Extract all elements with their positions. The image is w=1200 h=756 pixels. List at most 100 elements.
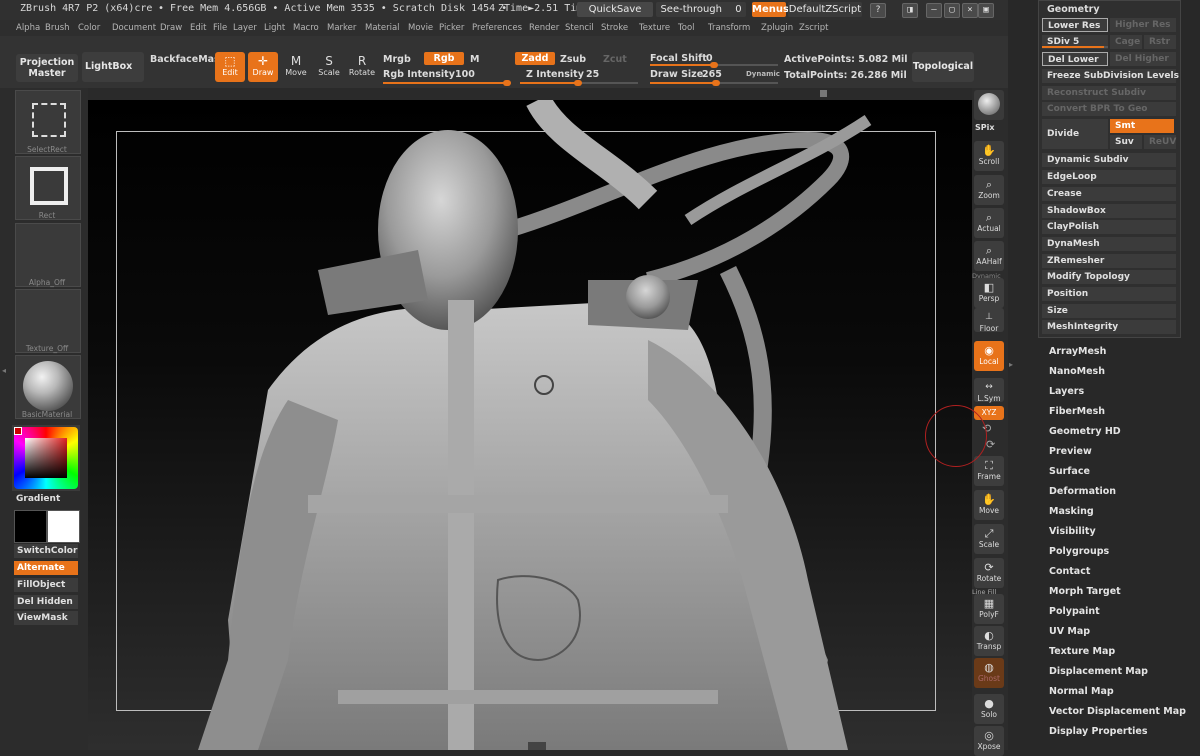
edgeloop-item[interactable]: EdgeLoop (1042, 170, 1176, 184)
persp-button[interactable]: ◧ Persp (974, 278, 1004, 308)
rstr-button[interactable]: Rstr (1144, 35, 1176, 49)
modify-topology-item[interactable]: Modify Topology (1042, 270, 1176, 284)
backface-mask-button[interactable]: BackfaceMas (150, 54, 220, 65)
palette-item-polypaint[interactable]: Polypaint (1049, 606, 1100, 617)
menu-transform[interactable]: Transform (708, 23, 750, 33)
menu-zplugin[interactable]: Zplugin (761, 23, 793, 33)
menu-material[interactable]: Material (365, 23, 400, 33)
menu-marker[interactable]: Marker (327, 23, 356, 33)
palette-item-layers[interactable]: Layers (1049, 386, 1084, 397)
dynamic-subdiv-item[interactable]: Dynamic Subdiv (1042, 153, 1176, 167)
palette-item-contact[interactable]: Contact (1049, 566, 1090, 577)
scale-mode-button[interactable]: S Scale (314, 52, 344, 82)
palette-item-polygroups[interactable]: Polygroups (1049, 546, 1109, 557)
alternate-button[interactable]: Alternate (14, 561, 78, 575)
scroll-button[interactable]: ✋ Scroll (974, 141, 1004, 171)
del-hidden-button[interactable]: Del Hidden (14, 595, 78, 609)
zremesher-item[interactable]: ZRemesher (1042, 254, 1176, 268)
m-button[interactable]: M (470, 54, 479, 65)
divide-button[interactable]: Divide (1042, 119, 1108, 149)
minimize-icon[interactable]: – (926, 3, 942, 18)
maximize-icon[interactable]: ▢ (944, 3, 960, 18)
draw-size-slider[interactable] (650, 80, 778, 86)
menu-render[interactable]: Render (529, 23, 559, 33)
solo-button[interactable]: ● Solo (974, 694, 1004, 724)
smt-toggle[interactable]: Smt (1110, 119, 1174, 133)
palette-toggle-icon[interactable]: ◨ (902, 3, 918, 18)
zcut-button[interactable]: Zcut (603, 54, 627, 65)
higher-res-button[interactable]: Higher Res (1110, 18, 1176, 32)
xpose-button[interactable]: ◎ Xpose (974, 726, 1004, 756)
palette-item-arraymesh[interactable]: ArrayMesh (1049, 346, 1106, 357)
zadd-button[interactable]: Zadd (515, 52, 555, 65)
del-higher-button[interactable]: Del Higher (1110, 52, 1176, 66)
cage-button[interactable]: Cage (1110, 35, 1142, 49)
rgb-intensity-slider[interactable] (383, 80, 511, 86)
menu-layer[interactable]: Layer (233, 23, 257, 33)
palette-item-surface[interactable]: Surface (1049, 466, 1090, 477)
bpr-button[interactable] (974, 90, 1004, 120)
menu-macro[interactable]: Macro (293, 23, 319, 33)
menu-stencil[interactable]: Stencil (565, 23, 594, 33)
ghost-button[interactable]: ◍ Ghost (974, 658, 1004, 688)
rotate-view-button[interactable]: ⟳ Rotate (974, 558, 1004, 588)
view-mask-button[interactable]: ViewMask (14, 611, 78, 625)
draw-mode-button[interactable]: ✛ Draw (248, 52, 278, 82)
fill-object-button[interactable]: FillObject (14, 578, 78, 592)
secondary-color-swatch[interactable] (47, 510, 80, 543)
lower-res-button[interactable]: Lower Res (1042, 18, 1108, 32)
lightbox-button[interactable]: LightBox (82, 52, 144, 82)
transp-button[interactable]: ◐ Transp (974, 626, 1004, 656)
projection-master-button[interactable]: Projection Master (16, 54, 78, 82)
spix-label[interactable]: SPix (975, 123, 995, 132)
palette-item-visibility[interactable]: Visibility (1049, 526, 1096, 537)
menu-light[interactable]: Light (264, 23, 285, 33)
rotate-z-icon[interactable]: ⟳ (986, 438, 995, 451)
scale-view-button[interactable]: ⤢ Scale (974, 524, 1004, 554)
right-tray-collapse-icon[interactable]: ▸ (1009, 360, 1013, 369)
palette-item-normal-map[interactable]: Normal Map (1049, 686, 1114, 697)
gradient-label[interactable]: Gradient (16, 494, 60, 504)
menus-button[interactable]: Menus (752, 2, 789, 17)
zsub-button[interactable]: Zsub (560, 54, 586, 65)
palette-item-nanomesh[interactable]: NanoMesh (1049, 366, 1105, 377)
palette-item-preview[interactable]: Preview (1049, 446, 1092, 457)
canvas-bottom-handle[interactable] (528, 742, 546, 750)
palette-item-uv-map[interactable]: UV Map (1049, 626, 1090, 637)
menu-brush[interactable]: Brush (45, 23, 70, 33)
mrgb-button[interactable]: Mrgb (383, 54, 411, 65)
rotate-mode-button[interactable]: R Rotate (347, 52, 377, 82)
aahalf-button[interactable]: ⌕ AAHalf (974, 241, 1004, 271)
edit-mode-button[interactable]: ⬚ Edit (215, 52, 245, 82)
del-lower-button[interactable]: Del Lower (1042, 52, 1108, 66)
default-zscript-button[interactable]: DefaultZScript (788, 2, 862, 17)
focal-shift-slider[interactable] (650, 62, 778, 68)
reuv-button[interactable]: ReUV (1144, 135, 1176, 149)
menu-stroke[interactable]: Stroke (601, 23, 628, 33)
primary-color-swatch[interactable] (14, 510, 47, 543)
dynamic-toggle[interactable]: Dynamic (746, 70, 780, 78)
suv-toggle[interactable]: Suv (1110, 135, 1142, 149)
rgb-button[interactable]: Rgb (424, 52, 464, 65)
rotation-gizmo[interactable] (925, 405, 987, 467)
meshintegrity-item[interactable]: MeshIntegrity (1042, 320, 1176, 334)
help-icon[interactable]: ? (870, 3, 886, 18)
floor-button[interactable]: ⊥ Floor (974, 308, 1004, 333)
palette-item-deformation[interactable]: Deformation (1049, 486, 1116, 497)
actual-button[interactable]: ⌕ Actual (974, 208, 1004, 238)
document-canvas[interactable] (88, 100, 972, 750)
see-through-slider[interactable]: See-through 0 (656, 2, 746, 17)
frame-button[interactable]: ⛶ Frame (974, 456, 1004, 486)
switch-color-button[interactable]: SwitchColor (14, 544, 78, 558)
menu-edit[interactable]: Edit (190, 23, 206, 33)
position-item[interactable]: Position (1042, 287, 1176, 301)
freeze-subdivision-button[interactable]: Freeze SubDivision Levels (1042, 69, 1179, 83)
canvas-resize-handle[interactable] (820, 90, 827, 97)
close-icon[interactable]: × (962, 3, 978, 18)
menu-picker[interactable]: Picker (439, 23, 464, 33)
geometry-title[interactable]: Geometry (1047, 4, 1100, 15)
menu-movie[interactable]: Movie (408, 23, 433, 33)
crease-item[interactable]: Crease (1042, 187, 1176, 201)
local-button[interactable]: ◉ Local (974, 341, 1004, 371)
z-intensity-slider[interactable] (520, 80, 638, 86)
